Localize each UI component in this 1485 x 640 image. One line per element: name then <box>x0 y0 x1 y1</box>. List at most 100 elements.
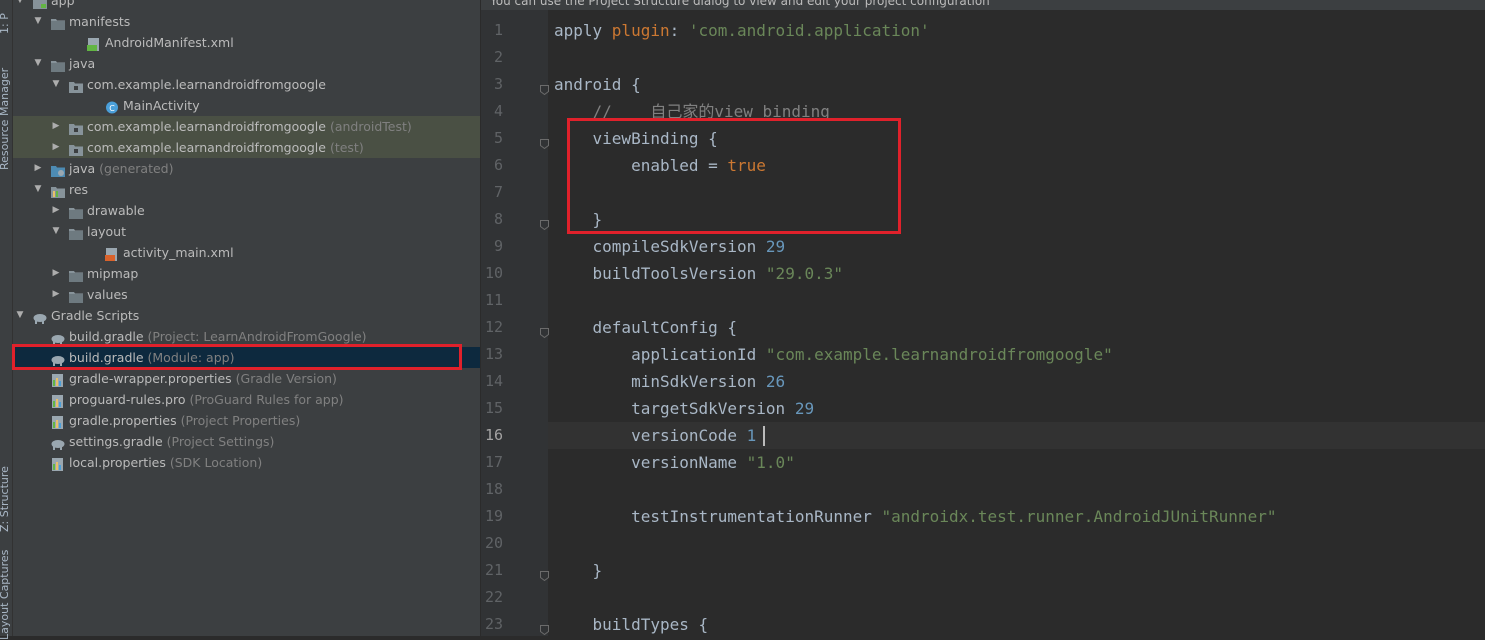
code-line[interactable] <box>481 287 1485 314</box>
code-line[interactable] <box>481 584 1485 611</box>
svg-text:C: C <box>109 104 115 113</box>
expand-arrow-icon[interactable]: ▼ <box>51 221 61 242</box>
collapse-arrow-icon[interactable]: ▶ <box>33 158 43 179</box>
project-structure-banner[interactable]: You can use the Project Structure dialog… <box>481 0 1485 10</box>
code-line[interactable]: buildToolsVersion "29.0.3" <box>481 260 1485 287</box>
gradle-icon <box>51 435 65 450</box>
code-line[interactable]: } <box>481 557 1485 584</box>
tree-item-label: settings.gradle (Project Settings) <box>69 434 275 449</box>
tree-item-label: layout <box>87 224 127 239</box>
tree-item[interactable]: ▶ com.example.learnandroidfromgoogle (tes… <box>13 137 480 158</box>
code-line[interactable]: defaultConfig { <box>481 314 1485 341</box>
tree-item-label: drawable <box>87 203 145 218</box>
tree-item-label: MainActivity <box>123 98 200 113</box>
code-line-text: minSdkVersion 26 <box>554 368 785 395</box>
resource-manager-tool-tab[interactable]: Resource Manager <box>0 68 11 170</box>
gradle-icon <box>33 309 47 324</box>
code-line-text: targetSdkVersion 29 <box>554 395 814 422</box>
structure-tool-tab[interactable]: Z: Structure <box>0 466 11 532</box>
code-line-text: versionCode 1 <box>554 422 756 449</box>
tree-item[interactable]: ▶ mipmap <box>13 263 480 284</box>
folder-icon <box>51 15 65 30</box>
properties-file-icon <box>51 456 65 471</box>
collapse-arrow-icon[interactable]: ▶ <box>51 263 61 284</box>
code-line[interactable] <box>481 530 1485 557</box>
code-line[interactable]: versionCode 1 <box>548 422 1485 449</box>
project-tool-tab[interactable]: 1: P <box>0 13 11 34</box>
code-line[interactable]: buildTypes { <box>481 611 1485 638</box>
code-line-text: testInstrumentationRunner "androidx.test… <box>554 503 1276 530</box>
tree-item-label: res <box>69 182 89 197</box>
tree-item[interactable]: ▼ com.example.learnandroidfromgoogle <box>13 74 480 95</box>
tree-item[interactable]: proguard-rules.pro (ProGuard Rules for a… <box>13 389 480 410</box>
manifest-file-icon <box>87 36 101 51</box>
code-line-text: buildToolsVersion "29.0.3" <box>554 260 843 287</box>
layout-captures-tool-tab[interactable]: Layout Captures <box>0 550 11 640</box>
code-line[interactable]: applicationId "com.example.learnandroidf… <box>481 341 1485 368</box>
code-token: targetSdkVersion <box>554 399 795 418</box>
tree-item-label: mipmap <box>87 266 139 281</box>
code-line[interactable] <box>481 476 1485 503</box>
code-line-text: defaultConfig { <box>554 314 738 341</box>
tree-item[interactable]: activity_main.xml <box>13 242 480 263</box>
expand-arrow-icon[interactable]: ▼ <box>51 74 61 95</box>
tree-item-label: proguard-rules.pro (ProGuard Rules for a… <box>69 392 344 407</box>
tree-item[interactable]: ▼ java <box>13 53 480 74</box>
code-token: 29 <box>765 237 786 256</box>
code-token: buildToolsVersion <box>554 264 766 283</box>
expand-arrow-icon[interactable]: ▼ <box>15 305 25 326</box>
code-line-text: versionName "1.0" <box>554 449 795 476</box>
tree-item[interactable]: AndroidManifest.xml <box>13 32 480 53</box>
package-icon <box>69 120 83 135</box>
tree-item[interactable]: C MainActivity <box>13 95 480 116</box>
properties-file-icon <box>51 414 65 429</box>
code-token: 26 <box>765 372 786 391</box>
code-token: applicationId <box>554 345 766 364</box>
tree-item[interactable]: settings.gradle (Project Settings) <box>13 431 480 452</box>
code-line[interactable]: compileSdkVersion 29 <box>481 233 1485 260</box>
tree-item[interactable]: gradle-wrapper.properties (Gradle Versio… <box>13 368 480 389</box>
expand-arrow-icon[interactable]: ▼ <box>15 0 25 11</box>
collapse-arrow-icon[interactable]: ▶ <box>51 116 61 137</box>
expand-arrow-icon[interactable]: ▼ <box>33 11 43 32</box>
code-editor[interactable]: 1 2 3 4 5 6 7 8 9 10 11 12 13 14 15 16 17 18 19 20 21 22 23 ap… <box>481 0 1485 636</box>
tree-item[interactable]: ▶ com.example.learnandroidfromgoogle (and… <box>13 116 480 137</box>
text-caret <box>763 426 765 446</box>
code-token: apply <box>554 21 612 40</box>
code-line[interactable]: apply plugin: 'com.android.application' <box>481 17 1485 44</box>
code-line[interactable]: targetSdkVersion 29 <box>481 395 1485 422</box>
tree-item[interactable]: gradle.properties (Project Properties) <box>13 410 480 431</box>
code-line[interactable]: minSdkVersion 26 <box>481 368 1485 395</box>
tree-item-label: java <box>69 56 96 71</box>
code-line-text: android { <box>554 71 641 98</box>
code-line[interactable] <box>481 44 1485 71</box>
tree-item[interactable]: ▼ layout <box>13 221 480 242</box>
tree-item[interactable]: local.properties (SDK Location) <box>13 452 480 473</box>
tree-item[interactable]: ▶ java (generated) <box>13 158 480 179</box>
code-line[interactable]: android { <box>481 71 1485 98</box>
tree-item[interactable]: ▼ manifests <box>13 11 480 32</box>
expand-arrow-icon[interactable]: ▼ <box>33 53 43 74</box>
tree-item[interactable]: ▼ res <box>13 179 480 200</box>
collapse-arrow-icon[interactable]: ▶ <box>51 284 61 305</box>
tree-item[interactable]: ▶ drawable <box>13 200 480 221</box>
code-token: } <box>554 561 603 580</box>
tree-item[interactable]: ▼ Gradle Scripts <box>13 305 480 326</box>
collapse-arrow-icon[interactable]: ▶ <box>51 200 61 221</box>
code-token: versionCode <box>554 426 747 445</box>
tree-item-label: java (generated) <box>69 161 174 176</box>
tree-item-label: com.example.learnandroidfromgoogle (andr… <box>87 119 412 134</box>
tool-window-stripe: 1: P Resource Manager Z: Structure Layou… <box>0 0 13 640</box>
tree-item[interactable]: ▼ app <box>13 0 480 11</box>
tree-item-label: com.example.learnandroidfromgoogle <box>87 77 326 92</box>
expand-arrow-icon[interactable]: ▼ <box>33 179 43 200</box>
code-token: testInstrumentationRunner <box>554 507 882 526</box>
code-line[interactable]: versionName "1.0" <box>481 449 1485 476</box>
line-number: 16 <box>484 426 503 444</box>
properties-file-icon <box>51 393 65 408</box>
code-token: 1 <box>746 426 757 445</box>
tree-item[interactable]: ▶ values <box>13 284 480 305</box>
collapse-arrow-icon[interactable]: ▶ <box>51 137 61 158</box>
code-line-text: compileSdkVersion 29 <box>554 233 786 260</box>
code-line[interactable]: testInstrumentationRunner "androidx.test… <box>481 503 1485 530</box>
